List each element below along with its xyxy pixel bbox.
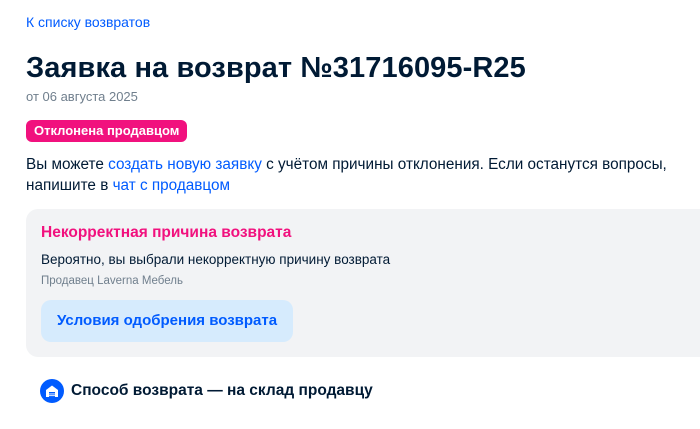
back-to-returns-link[interactable]: К списку возвратов [26,14,150,30]
warehouse-icon [40,379,64,403]
rejection-info: Вы можете создать новую заявку с учётом … [26,154,700,196]
rejection-reason-card: Некорректная причина возврата Вероятно, … [26,209,700,357]
page-title: Заявка на возврат №31716095-R25 [26,52,526,84]
return-method-label: Способ возврата — на склад продавцу [71,382,373,399]
info-text-part: напишите в [26,177,113,194]
return-request-page: К списку возвратов Заявка на возврат №31… [0,0,700,429]
info-text-part: Вы можете [26,156,109,173]
create-new-request-link[interactable]: создать новую заявку [108,156,262,173]
reason-title: Некорректная причина возврата [41,224,292,241]
request-date: от 06 августа 2025 [26,89,138,104]
approval-conditions-button[interactable]: Условия одобрения возврата [41,300,294,342]
status-badge: Отклонена продавцом [26,120,188,142]
return-method-row: Способ возврата — на склад продавцу [40,379,373,403]
seller-name: Продавец Laverna Мебель [41,275,183,287]
seller-chat-link[interactable]: чат с продавцом [113,177,230,194]
info-text-part: с учётом причины отклонения. Если остану… [261,156,667,173]
reason-description: Вероятно, вы выбрали некорректную причин… [41,252,391,267]
